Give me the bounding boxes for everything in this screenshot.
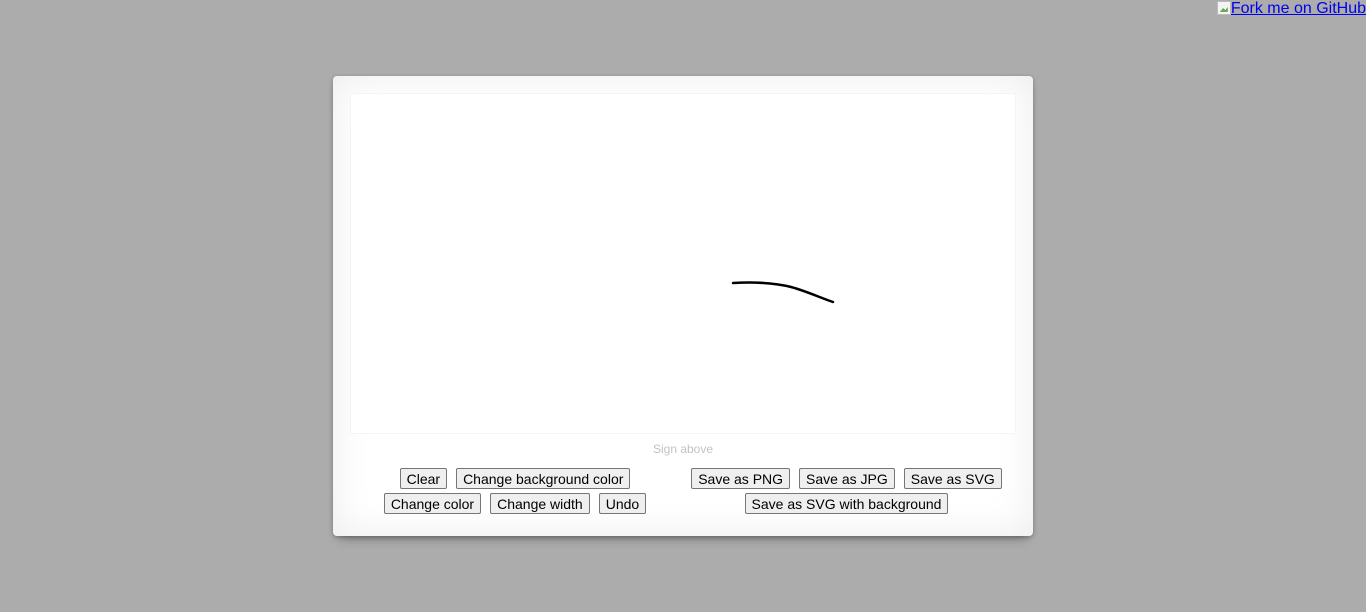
right-actions-row-2: Save as SVG with background — [744, 493, 949, 514]
save-svg-button[interactable]: Save as SVG — [903, 468, 1002, 489]
save-png-button[interactable]: Save as PNG — [691, 468, 791, 489]
signature-stroke — [731, 281, 835, 304]
fork-link-label: Fork me on GitHub — [1230, 0, 1366, 17]
change-background-color-button[interactable]: Change background color — [456, 468, 631, 489]
right-actions-row-1: Save as PNG Save as JPG Save as SVG — [691, 468, 1002, 489]
signature-canvas[interactable] — [350, 93, 1016, 434]
undo-button[interactable]: Undo — [598, 493, 647, 514]
save-svg-with-background-button[interactable]: Save as SVG with background — [744, 493, 949, 514]
change-color-button[interactable]: Change color — [383, 493, 482, 514]
signature-stroke-layer — [731, 281, 835, 304]
clear-button[interactable]: Clear — [399, 468, 448, 489]
left-actions: Clear Change background color Change col… — [383, 468, 647, 514]
left-actions-row-2: Change color Change width Undo — [383, 493, 647, 514]
signature-pad: Sign above Clear Change background color… — [333, 76, 1033, 536]
broken-image-icon — [1216, 1, 1231, 15]
save-jpg-button[interactable]: Save as JPG — [799, 468, 895, 489]
fork-me-on-github-link[interactable]: Fork me on GitHub — [1216, 0, 1366, 18]
sign-above-hint: Sign above — [652, 442, 714, 456]
left-actions-row-1: Clear Change background color — [399, 468, 631, 489]
right-actions: Save as PNG Save as JPG Save as SVG Save… — [691, 468, 1002, 514]
change-width-button[interactable]: Change width — [490, 493, 590, 514]
